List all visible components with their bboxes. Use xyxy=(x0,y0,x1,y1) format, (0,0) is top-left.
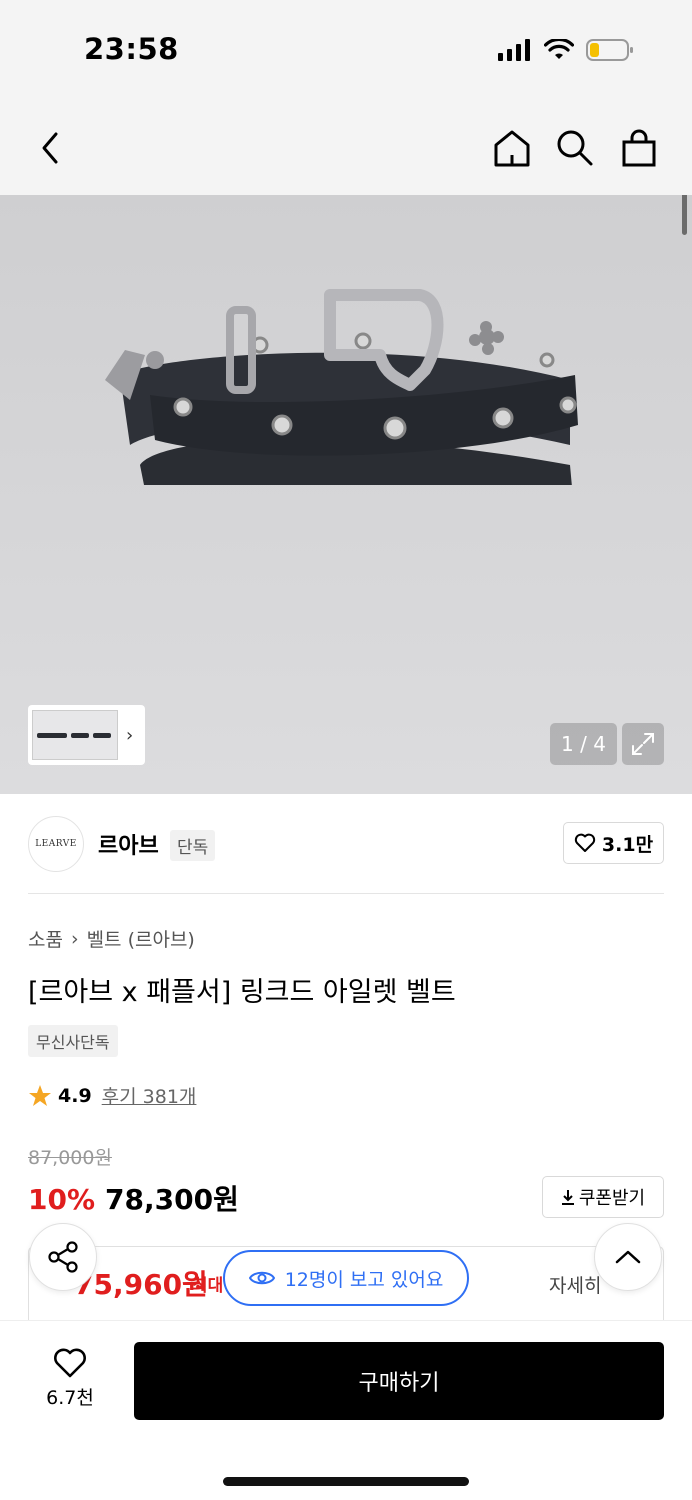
detail-link[interactable]: 자세히 xyxy=(549,1271,601,1298)
scroll-indicator xyxy=(682,195,687,235)
wish-count: 6.7천 xyxy=(46,1387,94,1409)
belt-image xyxy=(105,289,578,485)
brand-like-button[interactable]: 3.1만 xyxy=(563,822,664,864)
download-icon xyxy=(561,1190,574,1205)
sale-price: 78,300원 xyxy=(105,1183,239,1216)
battery-icon xyxy=(586,39,633,61)
chevron-up-icon xyxy=(615,1250,641,1264)
search-button[interactable] xyxy=(555,128,595,168)
brand-logo[interactable]: LEARVE xyxy=(28,816,84,872)
brand-exclusive-tag: 단독 xyxy=(170,830,216,861)
brand-like-count: 3.1만 xyxy=(601,833,654,856)
search-icon xyxy=(557,130,593,166)
rating-score: 4.9 xyxy=(58,1084,92,1107)
heart-icon xyxy=(54,1348,86,1378)
home-indicator xyxy=(223,1477,469,1486)
breadcrumb-category[interactable]: 소품 xyxy=(28,925,63,952)
discount-rate: 10% xyxy=(28,1183,96,1216)
divider xyxy=(28,893,664,894)
viewers-text: 12명이 보고 있어요 xyxy=(284,1268,444,1291)
buy-button[interactable]: 구매하기 xyxy=(134,1342,664,1420)
thumbnail-1[interactable] xyxy=(32,710,118,760)
home-button[interactable] xyxy=(492,128,532,168)
brand-row[interactable]: LEARVE 르아브 단독 3.1만 xyxy=(0,794,692,894)
breadcrumb: 소품 › 벨트 (르아브) xyxy=(28,925,195,952)
product-title: [르아브 x 패플서] 링크드 아일렛 벨트 xyxy=(28,977,456,1008)
wifi-icon xyxy=(544,39,574,59)
price-row: 10% 78,300원 xyxy=(28,1178,239,1218)
signal-icon xyxy=(498,39,530,61)
coupon-button[interactable]: 쿠폰받기 xyxy=(542,1176,664,1218)
bottom-bar: 6.7천 구매하기 xyxy=(0,1320,692,1500)
status-icons xyxy=(498,38,634,62)
original-price: 87,000원 xyxy=(28,1147,112,1169)
coupon-label: 쿠폰받기 xyxy=(578,1188,646,1209)
back-arrow-icon xyxy=(42,132,58,164)
brand-name[interactable]: 르아브 xyxy=(98,828,159,860)
wish-button[interactable]: 6.7천 xyxy=(40,1347,100,1410)
scroll-top-button[interactable] xyxy=(594,1223,662,1291)
thumbnail-strip[interactable]: › xyxy=(28,705,145,765)
breadcrumb-subcategory[interactable]: 벨트 (르아브) xyxy=(87,925,195,952)
top-nav xyxy=(0,100,692,195)
status-bar: 23:58 xyxy=(0,0,692,100)
image-counter: 1 / 4 xyxy=(550,723,617,765)
rating: 4.9 후기 381개 xyxy=(28,1082,196,1109)
cart-button[interactable] xyxy=(619,128,659,168)
thumbnail-belt-image xyxy=(37,733,111,738)
share-button[interactable] xyxy=(29,1223,97,1291)
expand-icon xyxy=(632,733,654,755)
chevron-right-icon: › xyxy=(126,724,134,746)
max-benefit-label: 최대 xyxy=(192,1276,224,1296)
product-gallery[interactable]: › 1 / 4 xyxy=(0,195,692,794)
expand-button[interactable] xyxy=(622,723,664,765)
eye-icon xyxy=(248,1271,275,1285)
star-icon xyxy=(29,1084,51,1106)
exclusive-badge: 무신사단독 xyxy=(28,1025,118,1057)
back-button[interactable] xyxy=(30,128,70,168)
share-icon xyxy=(48,1241,78,1273)
heart-icon xyxy=(574,833,596,852)
shopping-bag-icon xyxy=(622,129,656,167)
home-icon xyxy=(494,130,530,167)
viewers-pill: 12명이 보고 있어요 xyxy=(223,1250,469,1306)
status-time: 23:58 xyxy=(84,32,179,66)
chevron-right-icon: › xyxy=(70,927,79,950)
review-link[interactable]: 후기 381개 xyxy=(102,1082,197,1109)
